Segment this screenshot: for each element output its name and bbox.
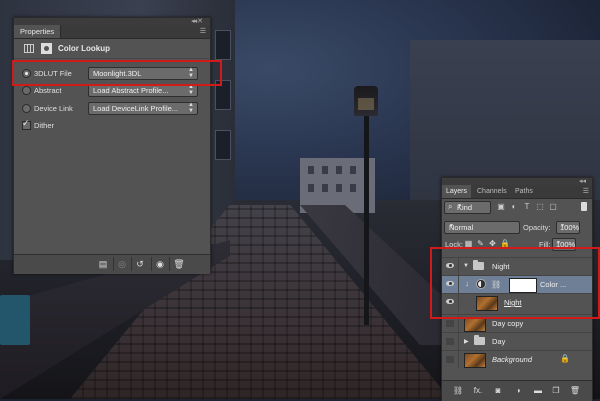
layer-group-day[interactable]: ▶ Day bbox=[442, 332, 592, 350]
adjustment-title: Color Lookup bbox=[58, 44, 110, 53]
opacity-label: Opacity: bbox=[523, 223, 551, 232]
updown-arrow-icon: ▲ ▼ bbox=[188, 102, 194, 114]
folder-icon bbox=[474, 335, 485, 345]
filter-adjustment-icon[interactable]: ◐ bbox=[509, 202, 519, 211]
adjustment-icon[interactable]: ◑ bbox=[512, 386, 524, 396]
window bbox=[308, 166, 314, 174]
visibility-toggle[interactable] bbox=[442, 333, 459, 350]
divider bbox=[113, 257, 114, 271]
visibility-toggle[interactable] bbox=[442, 351, 459, 368]
label-dither: Dither bbox=[34, 121, 55, 130]
radio-device-link[interactable] bbox=[22, 104, 31, 113]
layers-footer: ⛓ fx. ◙ ◑ ▬ ❐ 🗑 bbox=[442, 380, 592, 401]
radio-abstract[interactable] bbox=[22, 86, 31, 95]
window bbox=[308, 184, 314, 192]
chevron-down-icon: ▼ bbox=[556, 240, 561, 246]
filter-smart-object-icon[interactable]: ▢ bbox=[548, 202, 558, 211]
layer-name: Day bbox=[492, 337, 506, 346]
expand-triangle-icon[interactable]: ▶ bbox=[464, 338, 469, 345]
divider bbox=[169, 257, 170, 271]
blend-mode-dropdown[interactable]: Normal ▼ bbox=[444, 221, 520, 234]
properties-footer: ▤ ◎ ↺ ◉ 🗑 bbox=[14, 254, 210, 274]
panel-top-strip: ◂◂ bbox=[442, 178, 592, 185]
filter-toggle[interactable] bbox=[581, 202, 587, 211]
abstract-value: Load Abstract Profile... bbox=[93, 86, 169, 95]
window bbox=[350, 166, 356, 174]
layer-thumbnail bbox=[464, 317, 486, 332]
filter-type-icon[interactable]: T bbox=[522, 202, 532, 211]
adjustment-grid-icon[interactable] bbox=[24, 44, 34, 53]
row-device-link: Device Link Load DeviceLink Profile... ▲… bbox=[20, 102, 204, 115]
mask-icon[interactable] bbox=[41, 43, 52, 54]
tab-channels[interactable]: Channels bbox=[473, 185, 511, 198]
planter bbox=[0, 295, 30, 345]
properties-panel: ◂◂ ✕ Properties ☰ Color Lookup 3DLUT Fil… bbox=[13, 17, 211, 274]
view-previous-icon[interactable]: ◎ bbox=[115, 259, 129, 269]
label-device-link: Device Link bbox=[34, 104, 73, 113]
opacity-input[interactable]: 100% ▼ bbox=[556, 221, 580, 234]
panel-menu-icon[interactable]: ☰ bbox=[200, 27, 206, 35]
lamp-glow bbox=[358, 98, 374, 110]
highlight-box-layers bbox=[430, 247, 600, 319]
dither-checkbox[interactable]: ✓ bbox=[22, 118, 31, 130]
lock-icon: 🔒 bbox=[560, 354, 570, 363]
properties-header: Color Lookup bbox=[14, 39, 210, 59]
visibility-icon[interactable]: ◉ bbox=[153, 259, 167, 269]
chevron-down-icon: ▼ bbox=[457, 203, 462, 209]
filter-pixel-icon[interactable]: ▣ bbox=[496, 202, 506, 211]
label-abstract: Abstract bbox=[34, 86, 62, 95]
blend-row: Normal ▼ Opacity: 100% ▼ bbox=[442, 220, 592, 235]
filter-kind-dropdown[interactable]: ⌕ Kind ▼ bbox=[444, 201, 491, 214]
window bbox=[215, 30, 231, 60]
highlight-box-3dlut bbox=[12, 60, 222, 86]
window bbox=[322, 166, 328, 174]
collapse-icon[interactable]: ◂◂ ✕ bbox=[191, 17, 203, 25]
layer-name: Day copy bbox=[492, 319, 524, 328]
tab-properties[interactable]: Properties bbox=[14, 25, 62, 38]
divider bbox=[151, 257, 152, 271]
layers-tabbar: Layers Channels Paths ☰ bbox=[442, 185, 592, 199]
link-icon[interactable]: ⛓ bbox=[452, 386, 464, 396]
window bbox=[350, 184, 356, 192]
device-link-dropdown[interactable]: Load DeviceLink Profile... ▲ ▼ bbox=[88, 102, 198, 115]
collapse-icon[interactable]: ◂◂ bbox=[579, 177, 586, 185]
fx-icon[interactable]: fx. bbox=[472, 386, 484, 396]
street-lamp-post bbox=[364, 110, 369, 325]
chevron-down-icon: ▼ bbox=[560, 223, 565, 229]
filter-shape-icon[interactable]: ⬚ bbox=[535, 202, 545, 211]
divider bbox=[131, 257, 132, 271]
mask-icon[interactable]: ◙ bbox=[492, 386, 504, 396]
panel-menu-icon[interactable]: ☰ bbox=[583, 187, 589, 195]
window bbox=[322, 184, 328, 192]
chevron-down-icon: ▼ bbox=[449, 223, 454, 229]
properties-tabbar: Properties ☰ bbox=[14, 25, 210, 39]
delete-icon[interactable]: 🗑 bbox=[172, 259, 186, 269]
layer-background[interactable]: Background 🔒 bbox=[442, 350, 592, 368]
reset-icon[interactable]: ↺ bbox=[133, 259, 147, 269]
clip-to-layer-icon[interactable]: ▤ bbox=[96, 259, 110, 269]
new-layer-icon[interactable]: ❐ bbox=[550, 386, 562, 396]
trash-icon[interactable]: 🗑 bbox=[569, 386, 581, 396]
tab-layers[interactable]: Layers bbox=[442, 185, 472, 198]
layer-name: Background bbox=[492, 355, 533, 364]
window bbox=[336, 184, 342, 192]
tab-paths[interactable]: Paths bbox=[511, 185, 537, 198]
window bbox=[336, 166, 342, 174]
search-icon: ⌕ bbox=[448, 202, 453, 211]
device-link-value: Load DeviceLink Profile... bbox=[93, 104, 179, 113]
panel-top-strip: ◂◂ ✕ bbox=[14, 18, 210, 25]
window bbox=[215, 130, 231, 160]
filter-row: ⌕ Kind ▼ ▣ ◐ T ⬚ ▢ bbox=[442, 199, 592, 214]
check-icon: ✓ bbox=[22, 118, 30, 128]
layer-thumbnail bbox=[464, 353, 486, 368]
group-icon[interactable]: ▬ bbox=[532, 386, 544, 396]
row-dither: ✓ Dither bbox=[20, 118, 204, 132]
